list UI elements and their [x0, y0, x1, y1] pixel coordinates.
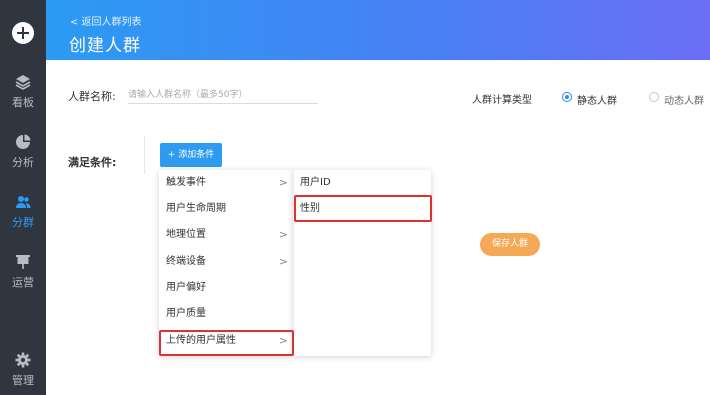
- menu-item-label: 用户生命周期: [166, 203, 226, 214]
- sidebar-item-label: 看板: [12, 96, 34, 109]
- sidebar-item-manage[interactable]: 管理: [0, 350, 46, 395]
- page-title: 创建人群: [69, 36, 141, 56]
- sidebar-item-operation[interactable]: 运营: [0, 252, 46, 300]
- sidebar-item-analysis[interactable]: 分析: [0, 132, 46, 180]
- condition-menu: 触发事件 > 用户生命周期 地理位置 > 终端设备 > 用户偏好 用户质量 上传…: [159, 170, 293, 356]
- sidebar-item-label: 分群: [12, 216, 34, 229]
- chevron-right-icon: >: [278, 176, 288, 189]
- submenu-item-user-id[interactable]: 用户ID: [294, 170, 432, 196]
- users-icon: [16, 196, 31, 208]
- back-to-list-link[interactable]: < 返回人群列表: [70, 13, 142, 28]
- radio-static-label[interactable]: 静态人群: [577, 92, 617, 107]
- menu-item-terminal-device[interactable]: 终端设备 >: [159, 249, 293, 275]
- name-label: 人群名称:: [68, 90, 116, 103]
- gear-icon: [15, 352, 31, 368]
- save-segment-button[interactable]: 保存人群: [480, 233, 540, 256]
- menu-item-user-lifecycle[interactable]: 用户生命周期: [159, 196, 293, 222]
- radio-static[interactable]: [562, 92, 572, 102]
- highlight-box: [159, 330, 294, 356]
- divider: [144, 136, 145, 174]
- sidebar-item-label: 运营: [12, 276, 34, 289]
- menu-item-geo-location[interactable]: 地理位置 >: [159, 222, 293, 248]
- menu-item-label: 用户偏好: [166, 282, 206, 293]
- add-condition-button[interactable]: + 添加条件: [160, 143, 222, 167]
- add-icon[interactable]: [12, 22, 34, 44]
- sidebar-item-dashboard[interactable]: 看板: [0, 72, 46, 120]
- page-header: < 返回人群列表 创建人群: [46, 0, 710, 60]
- chevron-right-icon: >: [278, 228, 288, 241]
- menu-item-label: 地理位置: [166, 229, 206, 240]
- sidebar-item-label: 管理: [12, 374, 34, 387]
- menu-item-label: 触发事件: [166, 177, 206, 188]
- calc-type-label: 人群计算类型: [472, 95, 532, 106]
- menu-item-user-preference[interactable]: 用户偏好: [159, 275, 293, 301]
- sidebar-item-segment[interactable]: 分群: [0, 192, 46, 240]
- radio-dynamic[interactable]: [649, 92, 659, 102]
- presentation-icon: [16, 255, 30, 269]
- segment-name-input[interactable]: [128, 86, 318, 104]
- menu-item-trigger-event[interactable]: 触发事件 >: [159, 170, 293, 196]
- menu-item-label: 用户ID: [300, 177, 331, 188]
- pie-chart-icon: [16, 134, 31, 149]
- sidebar: 看板 分析 分群 运营 管理: [0, 0, 46, 395]
- layers-icon: [15, 75, 31, 90]
- menu-item-label: 用户质量: [166, 308, 206, 319]
- menu-item-user-quality[interactable]: 用户质量: [159, 301, 293, 327]
- satisfy-conditions-label: 满足条件:: [68, 156, 117, 169]
- sidebar-item-label: 分析: [12, 156, 34, 169]
- menu-item-label: 终端设备: [166, 256, 206, 267]
- chevron-right-icon: >: [278, 255, 288, 268]
- radio-dynamic-label[interactable]: 动态人群: [664, 92, 704, 107]
- highlight-box: [294, 195, 432, 222]
